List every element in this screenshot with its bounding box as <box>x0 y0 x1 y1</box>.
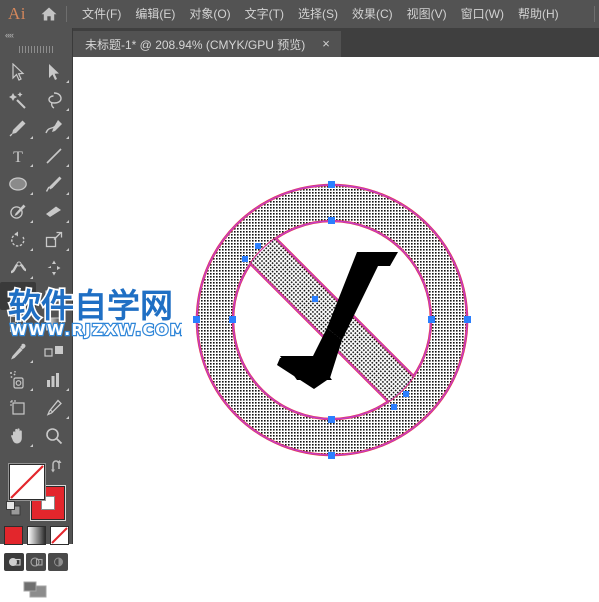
none-slash-icon <box>10 465 44 499</box>
tool-ellipse[interactable] <box>0 170 36 198</box>
tool-submenu-indicator <box>30 388 33 391</box>
tool-submenu-indicator <box>66 164 69 167</box>
draw-normal-mode[interactable] <box>4 553 24 571</box>
document-tab-bar: 未标题-1* @ 208.94% (CMYK/GPU 预览) × <box>0 28 599 57</box>
menu-item-edit[interactable]: 编辑(E) <box>128 0 182 28</box>
draw-behind-mode[interactable] <box>26 553 46 571</box>
menu-item-type[interactable]: 文字(T) <box>238 0 291 28</box>
tool-paintbrush[interactable] <box>36 170 72 198</box>
tool-lasso[interactable] <box>36 86 72 114</box>
tool-submenu-indicator <box>66 108 69 111</box>
tool-submenu-indicator <box>66 220 69 223</box>
tool-submenu-indicator <box>30 444 33 447</box>
menu-bar: Ai 文件(F) 编辑(E) 对象(O) 文字(T) 选择(S) 效果(C) 视… <box>0 0 599 28</box>
tool-magic-wand[interactable] <box>0 86 36 114</box>
toolbar-grip[interactable] <box>0 42 72 56</box>
tools-panel: «« T <box>0 28 73 598</box>
svg-text:T: T <box>13 149 23 165</box>
tool-blend[interactable] <box>36 338 72 366</box>
tool-eraser[interactable] <box>36 198 72 226</box>
close-icon[interactable]: × <box>319 37 333 50</box>
draw-inside-mode[interactable] <box>48 553 68 571</box>
menu-item-window[interactable]: 窗口(W) <box>454 0 511 28</box>
tool-submenu-indicator <box>66 136 69 139</box>
tool-submenu-indicator <box>66 192 69 195</box>
tool-grid: T <box>0 56 72 450</box>
artboard-canvas[interactable] <box>73 57 599 544</box>
tool-eyedropper[interactable] <box>0 338 36 366</box>
tool-selection[interactable] <box>0 58 36 86</box>
tool-submenu-indicator <box>30 248 33 251</box>
tool-submenu-indicator <box>66 80 69 83</box>
tool-perspective-grid[interactable] <box>36 282 72 310</box>
menu-item-help[interactable]: 帮助(H) <box>511 0 566 28</box>
tool-symbol-sprayer[interactable] <box>0 366 36 394</box>
menu-item-view[interactable]: 视图(V) <box>400 0 454 28</box>
tool-slice[interactable] <box>36 394 72 422</box>
menu-item-effect[interactable]: 效果(C) <box>345 0 400 28</box>
change-screen-mode-button[interactable] <box>0 580 72 602</box>
tool-submenu-indicator <box>30 304 33 307</box>
tool-type[interactable]: T <box>0 142 36 170</box>
collapse-panel-icon[interactable]: «« <box>0 28 72 42</box>
tool-submenu-indicator <box>30 276 33 279</box>
tool-column-graph[interactable] <box>36 366 72 394</box>
tool-curvature[interactable] <box>36 114 72 142</box>
tool-direct-selection[interactable] <box>36 58 72 86</box>
tool-shape-builder[interactable] <box>0 282 36 310</box>
tool-hand[interactable] <box>0 422 36 450</box>
tool-zoom[interactable] <box>36 422 72 450</box>
tool-mesh[interactable] <box>0 310 36 338</box>
tool-submenu-indicator <box>30 220 33 223</box>
tool-submenu-indicator <box>30 192 33 195</box>
menu-item-object[interactable]: 对象(O) <box>182 0 237 28</box>
tool-submenu-indicator <box>66 248 69 251</box>
default-fill-stroke-icon[interactable] <box>6 501 21 521</box>
menu-item-select[interactable]: 选择(S) <box>291 0 345 28</box>
swap-fill-stroke-icon[interactable] <box>51 460 65 478</box>
tool-submenu-indicator <box>30 164 33 167</box>
color-controls <box>0 456 72 522</box>
screen-mode-icon <box>23 581 47 598</box>
tool-free-transform[interactable] <box>36 254 72 282</box>
home-icon[interactable] <box>34 6 64 22</box>
tool-submenu-indicator <box>30 136 33 139</box>
tool-submenu-indicator <box>30 360 33 363</box>
illustrator-window: Ai 文件(F) 编辑(E) 对象(O) 文字(T) 选择(S) 效果(C) 视… <box>0 0 599 598</box>
none-swatch[interactable] <box>49 526 69 545</box>
tool-submenu-indicator <box>66 388 69 391</box>
none-slash-small-icon <box>50 527 68 544</box>
tool-pen[interactable] <box>0 114 36 142</box>
gradient-swatch[interactable] <box>26 526 46 545</box>
document-tab-title: 未标题-1* @ 208.94% (CMYK/GPU 预览) <box>85 37 306 52</box>
artwork-no-shovel-sign[interactable] <box>192 180 472 460</box>
tool-width[interactable] <box>0 254 36 282</box>
drawing-modes <box>0 553 72 571</box>
menu-item-file[interactable]: 文件(F) <box>75 0 128 28</box>
tool-shaper[interactable] <box>0 198 36 226</box>
menu-divider <box>66 6 67 22</box>
tool-submenu-indicator <box>66 416 69 419</box>
menu-trailing-divider <box>594 6 595 22</box>
menu-item-list: 文件(F) 编辑(E) 对象(O) 文字(T) 选择(S) 效果(C) 视图(V… <box>75 0 590 28</box>
color-swatch[interactable] <box>3 526 23 545</box>
tool-submenu-indicator <box>66 304 69 307</box>
fill-swatch[interactable] <box>9 464 45 500</box>
color-mode-swatches <box>0 526 72 545</box>
document-tab[interactable]: 未标题-1* @ 208.94% (CMYK/GPU 预览) × <box>73 31 341 57</box>
tool-scale[interactable] <box>36 226 72 254</box>
tool-line-segment[interactable] <box>36 142 72 170</box>
app-logo: Ai <box>8 4 26 23</box>
tool-rotate[interactable] <box>0 226 36 254</box>
tool-artboard[interactable] <box>0 394 36 422</box>
tool-gradient[interactable] <box>36 310 72 338</box>
